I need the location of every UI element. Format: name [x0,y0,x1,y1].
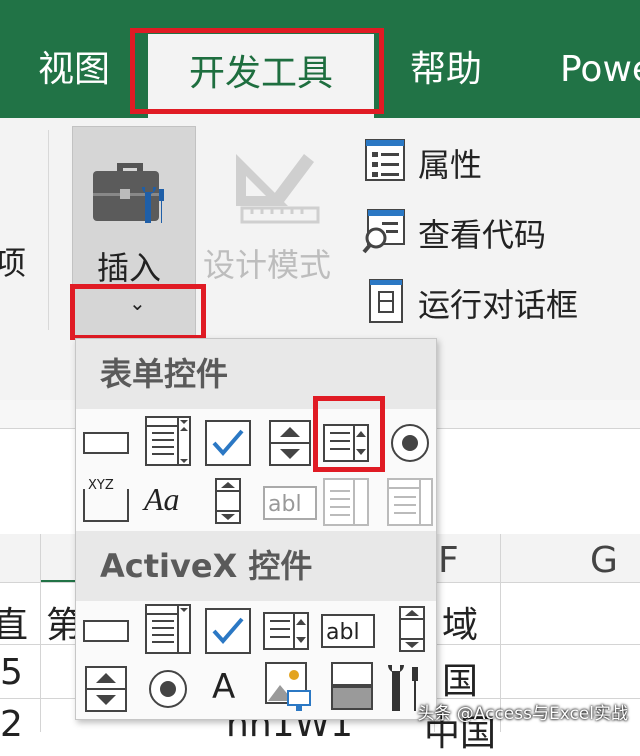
cell-r2-f[interactable]: 国 [442,652,478,704]
properties-icon [364,138,406,182]
activex-button-icon[interactable] [82,607,130,655]
chevron-down-icon[interactable]: ⌄ [129,291,146,315]
column-header-f[interactable]: F [438,540,459,581]
ribbon-tab-bar: 视图 开发工具 帮助 Powe [0,0,640,120]
view-code-icon [362,208,408,254]
cell-r2-a[interactable]: 5 [0,652,23,693]
activex-listbox-icon[interactable] [262,607,310,655]
form-combobox-icon[interactable] [144,415,192,467]
tab-power[interactable]: Powe [560,46,640,94]
cell-r1-f[interactable]: 域 [442,596,478,648]
ribbon-left-cut-label: 项 [0,244,27,282]
toolbox-icon [89,149,171,231]
activex-combobox-icon[interactable] [144,603,192,655]
tab-developer[interactable]: 开发工具 [148,34,374,118]
insert-button[interactable]: 插入 ⌄ [72,126,196,340]
svg-text:abl: abl [326,620,360,645]
tab-view[interactable]: 视图 [38,46,110,94]
insert-controls-dropdown: 表单控件 XYZ Aa abl ActiveX 控件 abl A [75,338,437,720]
form-textfield-icon-disabled: abl [262,479,318,527]
form-option-button-icon[interactable] [386,419,434,467]
activex-label-icon[interactable]: A [212,667,235,707]
form-spinner-icon[interactable] [266,419,314,467]
activex-textbox-icon[interactable]: abl [320,607,376,655]
design-mode-label[interactable]: 设计模式 [203,240,331,286]
activex-option-button-icon[interactable] [144,665,192,713]
run-dialog-icon [368,278,404,324]
run-dialog-button[interactable]: 运行对话框 [418,280,578,326]
watermark-text: 头条 @Access与Excel实战 [417,704,628,724]
svg-text:XYZ: XYZ [88,478,114,493]
form-listbox-icon[interactable] [322,419,370,467]
form-controls-header: 表单控件 [76,339,436,409]
activex-spinner-icon[interactable] [82,665,130,713]
activex-checkbox-icon[interactable] [204,607,252,655]
insert-label: 插入 [97,249,162,287]
tab-help[interactable]: 帮助 [410,46,482,94]
activex-controls-header: ActiveX 控件 [76,531,436,601]
activex-toggle-button-icon[interactable] [328,661,376,713]
cell-r1-a[interactable]: 直 [0,596,28,648]
properties-button[interactable]: 属性 [418,140,482,186]
activex-scrollbar-icon[interactable] [388,605,436,653]
cell-r3-a[interactable]: 2 [0,704,23,745]
form-combo-list-icon-disabled [322,477,370,527]
form-combo-dropdown-icon-disabled [386,477,434,527]
form-group-box-icon[interactable]: XYZ [82,477,130,523]
form-button-icon[interactable] [82,419,130,467]
form-scrollbar-icon[interactable] [204,477,252,525]
view-code-button[interactable]: 查看代码 [418,210,546,256]
svg-text:abl: abl [268,492,302,517]
column-header-g[interactable]: G [590,540,618,581]
form-checkbox-icon[interactable] [204,419,252,467]
design-mode-icon [226,136,322,232]
form-label-icon[interactable]: Aa [144,481,180,518]
activex-image-icon[interactable] [264,661,312,713]
ribbon-separator [48,130,49,330]
